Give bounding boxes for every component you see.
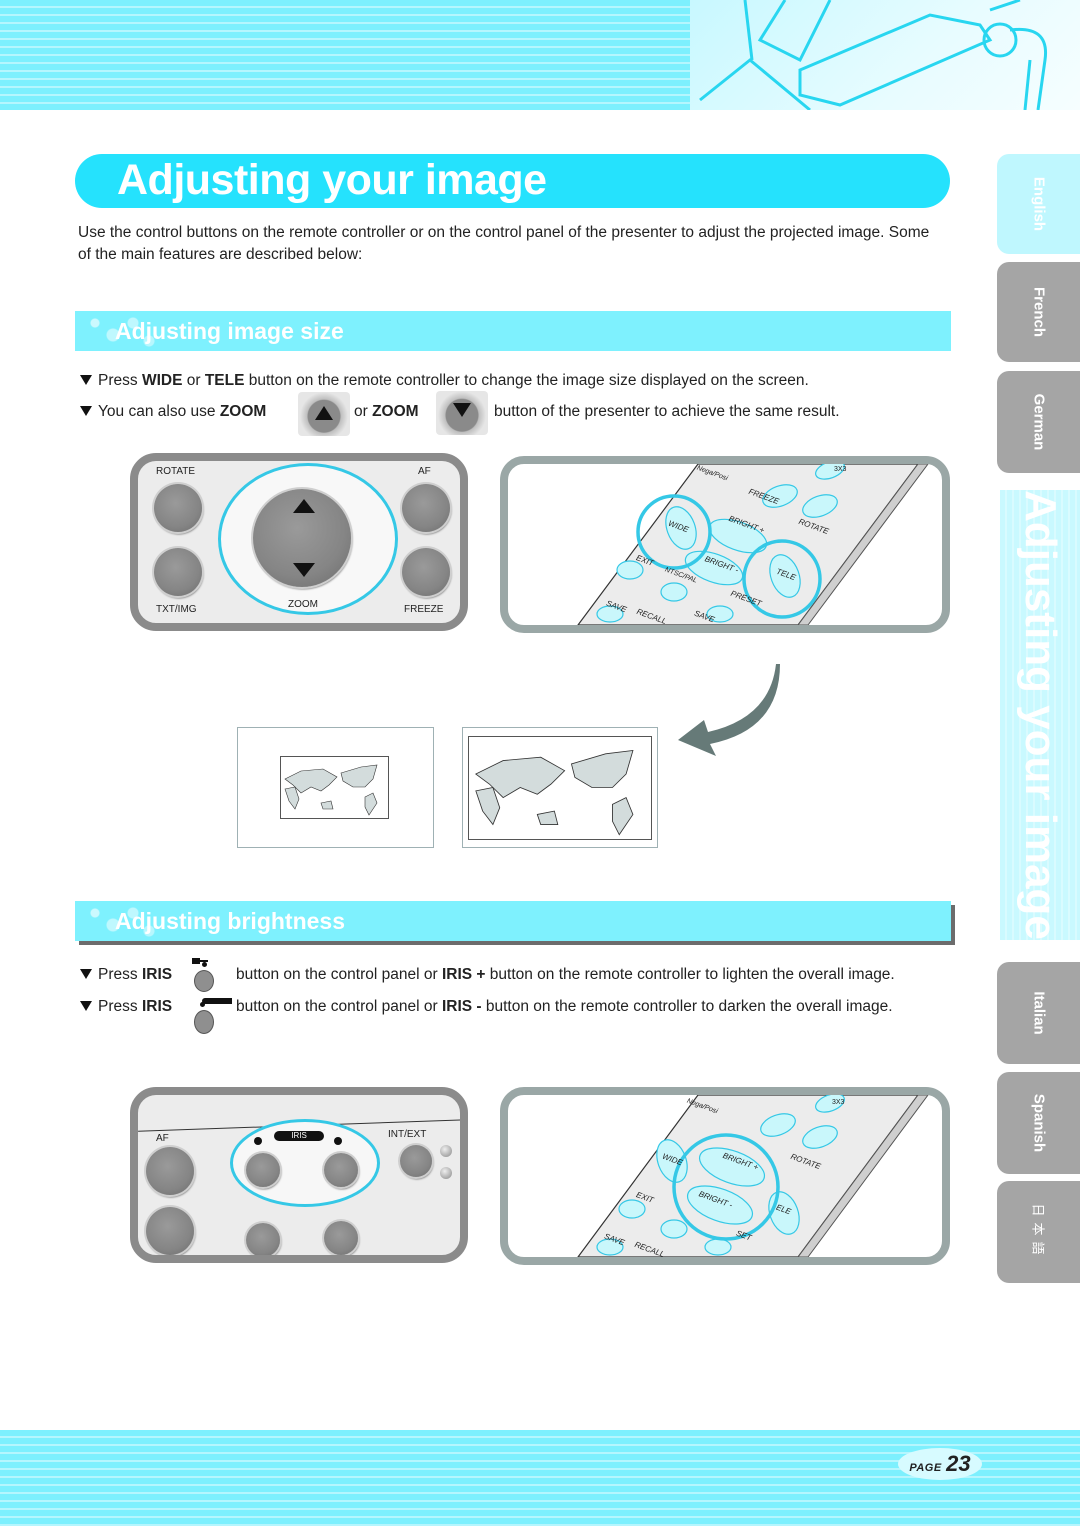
awc-button[interactable] [324, 1221, 358, 1255]
af-button[interactable] [146, 1147, 194, 1195]
label-zoom: ZOOM [288, 599, 318, 610]
label-af: AF [156, 1133, 169, 1144]
txtimg-button[interactable] [154, 548, 202, 596]
header-stripe-band [0, 0, 690, 110]
label-af: AF [418, 466, 431, 477]
page-title: Adjusting your image [117, 156, 547, 204]
intext-button[interactable] [400, 1145, 432, 1177]
panel-button[interactable] [146, 1207, 194, 1255]
bullet-triangle-icon [80, 375, 92, 385]
page-label: PAGE [909, 1462, 942, 1474]
curved-arrow-icon [678, 664, 780, 756]
bullet-iris-plus: Press IRIS [80, 965, 172, 985]
label-freeze: FREEZE [404, 604, 444, 615]
control-panel-iris: AF INT/EXT IRIS AWC [130, 1087, 468, 1263]
tab-french[interactable]: French [997, 262, 1080, 362]
intro-paragraph: Use the control buttons on the remote co… [78, 224, 930, 263]
bullet-triangle-icon [80, 406, 92, 416]
bullet-iris-plus-text: button on the control panel or IRIS + bu… [236, 966, 895, 983]
screen-enlarged-image [462, 727, 658, 848]
iris-minus-button[interactable] [246, 1153, 280, 1187]
remote-controller-brightness: Nega/Posi 3X3 WIDE BRIGHT + ROTATE EXIT … [500, 1087, 950, 1265]
indicator-led-icon [440, 1145, 452, 1157]
side-section-title: Adjusting your image [1000, 490, 1080, 940]
footer-stripe-band [0, 1430, 1080, 1526]
bullet-wide-tele: Press WIDE or TELE button on the remote … [80, 371, 809, 391]
presenter-device-icon [699, 0, 1048, 110]
af-button[interactable] [402, 484, 450, 532]
world-map-large [468, 736, 652, 840]
remote-controller-zoom: Nega/Posi 3X3 FREEZE WIDE BRIGHT + ROTAT… [500, 456, 950, 633]
label-awc: AWC [326, 1255, 349, 1263]
bullet-iris-minus-text: button on the control panel or IRIS - bu… [236, 998, 893, 1015]
label-3x3: 3X3 [832, 1099, 845, 1106]
bullet-zoom-post: button of the presenter to achieve the s… [494, 403, 840, 420]
tab-italian[interactable]: Italian [997, 962, 1080, 1064]
plus-icon [334, 1137, 342, 1145]
iris-plus-button-icon [192, 958, 214, 994]
section-heading-image-size: Adjusting image size [75, 311, 951, 351]
control-panel-zoom: ROTATE AF TXT/IMG ZOOM FREEZE [130, 453, 468, 631]
label-rotate: ROTATE [156, 466, 196, 477]
bullet-triangle-icon [80, 969, 92, 979]
panel-button[interactable] [246, 1223, 280, 1255]
iris-plus-button[interactable] [324, 1153, 358, 1187]
tab-japanese[interactable]: 日本語 [997, 1181, 1080, 1283]
page-title-banner: Adjusting your image [75, 154, 950, 208]
bullet-zoom-mid: or ZOOM [354, 403, 419, 420]
world-map-icon [284, 764, 378, 816]
tab-spanish[interactable]: Spanish [997, 1072, 1080, 1174]
zoom-minus-arrow-icon [293, 563, 315, 577]
zoom-out-button-icon [436, 391, 488, 435]
label-txtimg: TXT/IMG [156, 604, 197, 615]
tab-german[interactable]: German [997, 371, 1080, 473]
minus-icon [254, 1137, 262, 1145]
section-heading-brightness: Adjusting brightness [75, 901, 951, 941]
presenter-illustration [690, 0, 1080, 110]
page-number-badge: PAGE 23 [898, 1448, 982, 1480]
iris-minus-button-icon [192, 996, 232, 1038]
label-intext: INT/EXT [388, 1129, 427, 1140]
iris-label: IRIS [274, 1131, 324, 1141]
bullet-zoom: You can also use ZOOM [80, 402, 266, 422]
world-map-icon [475, 749, 634, 836]
zoom-plus-arrow-icon [293, 499, 315, 513]
freeze-button[interactable] [402, 548, 450, 596]
indicator-led-icon [440, 1167, 452, 1179]
label-3x3: 3X3 [834, 466, 847, 473]
bullet-iris-minus: Press IRIS [80, 997, 172, 1017]
zoom-in-button-icon [298, 392, 350, 436]
rotate-button[interactable] [154, 484, 202, 532]
tab-english[interactable]: English [997, 154, 1080, 254]
screen-small-image [237, 727, 434, 848]
bullet-triangle-icon [80, 1001, 92, 1011]
world-map-small [280, 756, 389, 819]
page-number: 23 [946, 1451, 971, 1476]
